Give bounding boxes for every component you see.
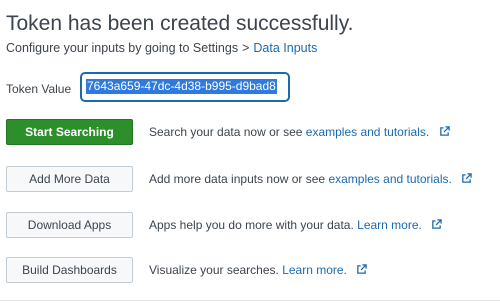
subtitle-text: Configure your inputs by going to Settin… [6,41,239,55]
data-inputs-link[interactable]: Data Inputs [253,41,317,55]
examples-tutorials-link[interactable]: examples and tutorials. [328,172,451,186]
download-apps-button[interactable]: Download Apps [6,212,133,238]
action-description: Search your data now or see examples and… [149,125,450,139]
bottom-divider [0,300,500,301]
build-dashboards-button[interactable]: Build Dashboards [6,257,133,283]
add-more-data-button[interactable]: Add More Data [6,166,133,192]
token-value-text: 7643a659-47dc-4d38-b995-d9bad8 [86,79,277,94]
action-description: Add more data inputs now or see examples… [149,172,472,186]
start-searching-button[interactable]: Start Searching [6,119,133,145]
learn-more-link[interactable]: Learn more. [357,218,422,232]
action-text: Search your data now or see [149,125,303,139]
action-description: Apps help you do more with your data. Le… [149,218,442,232]
page-title: Token has been created successfully. [6,12,354,35]
action-text: Add more data inputs now or see [149,172,326,186]
breadcrumb-separator: > [242,41,250,55]
action-text: Visualize your searches. [149,263,279,277]
token-value-field[interactable]: 7643a659-47dc-4d38-b995-d9bad8 [80,72,290,102]
external-link-icon[interactable] [439,126,450,137]
external-link-icon[interactable] [431,219,442,230]
action-description: Visualize your searches. Learn more. [149,263,367,277]
token-value-label: Token Value [6,82,72,96]
external-link-icon[interactable] [356,264,367,275]
page-subtitle: Configure your inputs by going to Settin… [6,41,317,55]
action-text: Apps help you do more with your data. [149,218,354,232]
external-link-icon[interactable] [461,173,472,184]
examples-tutorials-link[interactable]: examples and tutorials. [306,125,429,139]
learn-more-link[interactable]: Learn more. [282,263,347,277]
